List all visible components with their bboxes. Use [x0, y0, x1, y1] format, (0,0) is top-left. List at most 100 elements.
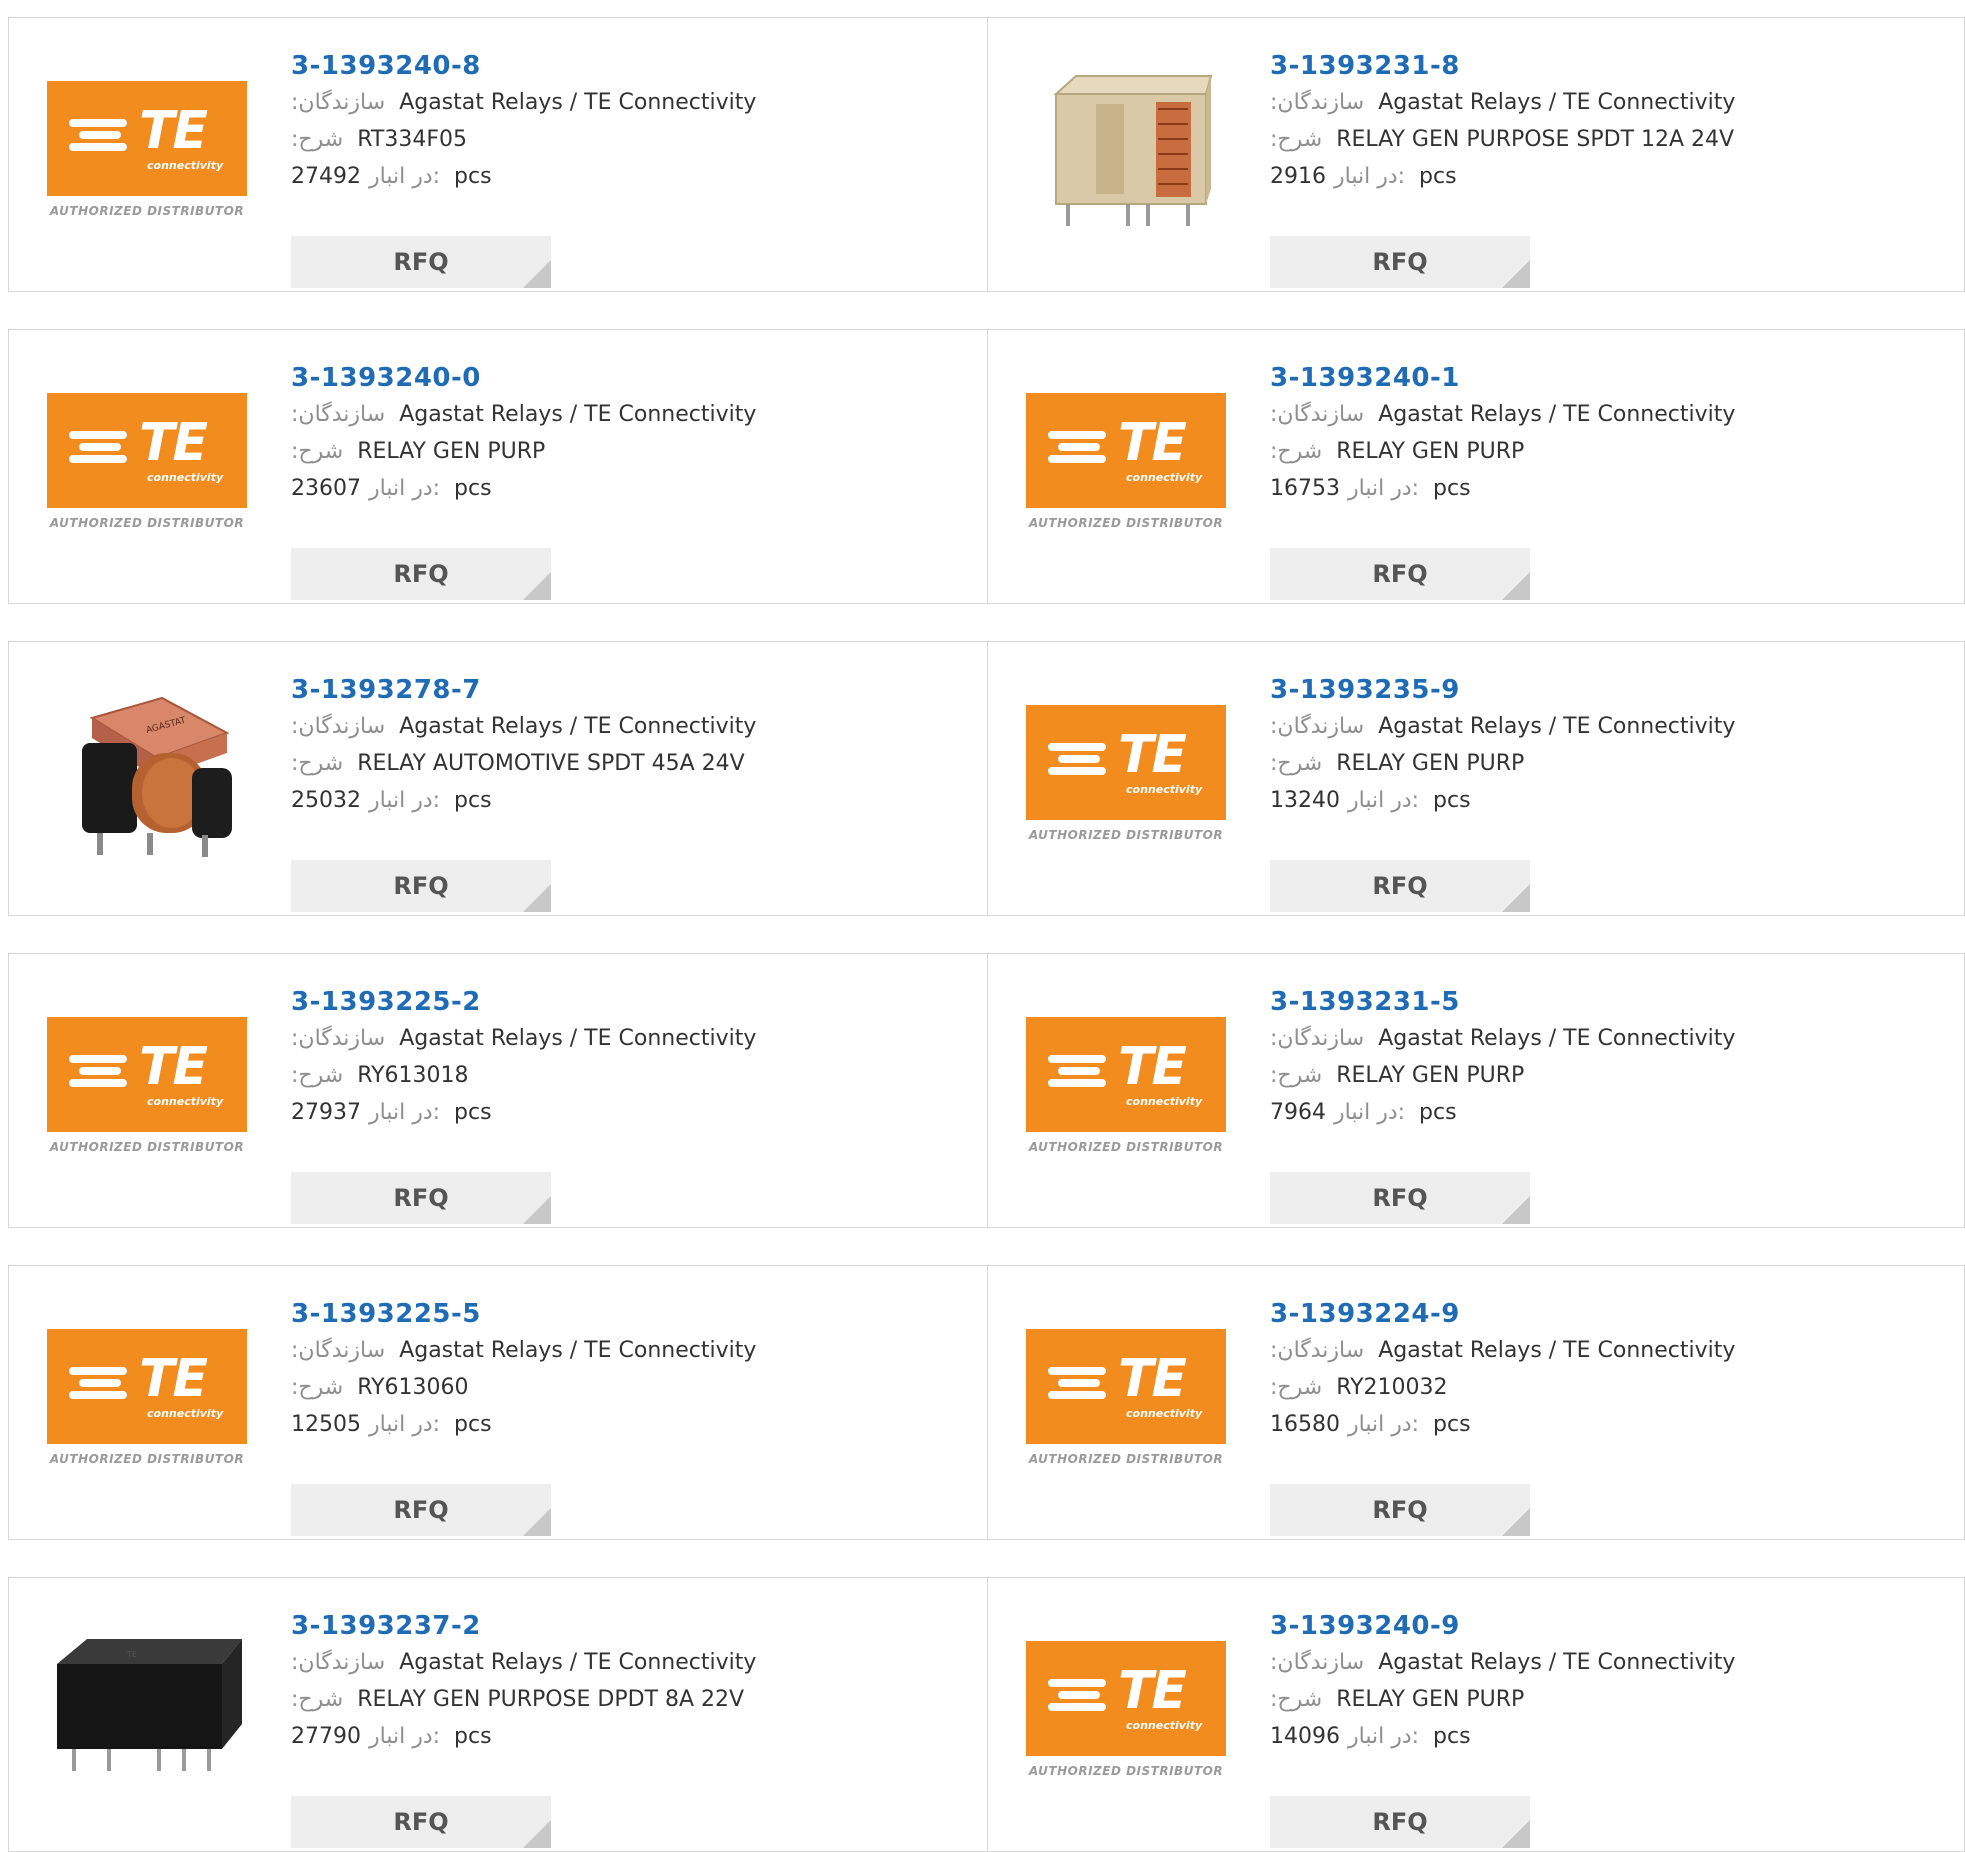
rfq-corner-decoration	[1502, 572, 1530, 600]
product-image[interactable]: TE connectivity AUTHORIZED DISTRIBUTOR	[47, 1312, 247, 1482]
description-label: :شرح	[1270, 1375, 1323, 1400]
description-value: RY210032	[1336, 1375, 1448, 1400]
te-tagline: connectivity	[1126, 1406, 1203, 1420]
description-label: :شرح	[291, 1687, 344, 1712]
te-bars-icon	[69, 1363, 131, 1403]
rfq-corner-decoration	[523, 572, 551, 600]
product-info: 3-1393278-7 :سازندگان Agastat Relays / TE…	[291, 672, 979, 912]
authorized-distributor-text: AUTHORIZED DISTRIBUTOR	[1028, 1139, 1224, 1154]
rfq-button[interactable]: RFQ	[1270, 1172, 1530, 1224]
part-number-link[interactable]: 3-1393231-8	[1270, 48, 1460, 84]
rfq-corner-decoration	[523, 884, 551, 912]
clear-relay-image	[1053, 75, 1213, 226]
description-value: RELAY AUTOMOTIVE SPDT 45A 24V	[357, 751, 745, 776]
product-card: TE connectivity AUTHORIZED DISTRIBUTOR 3…	[9, 954, 987, 1227]
stock-label: در انبار:	[369, 1724, 441, 1749]
description-value: RELAY GEN PURP	[1336, 1063, 1525, 1088]
stock-value: 27492	[291, 164, 361, 189]
product-image[interactable]: TE connectivity AUTHORIZED DISTRIBUTOR	[1026, 1000, 1226, 1170]
product-image[interactable]: TE connectivity AUTHORIZED DISTRIBUTOR	[1026, 376, 1226, 546]
stock-label: در انبار:	[369, 164, 441, 189]
stock-label: در انبار:	[1348, 476, 1420, 501]
rfq-corner-decoration	[523, 1508, 551, 1536]
rfq-button[interactable]: RFQ	[291, 548, 551, 600]
manufacturer-value: Agastat Relays / TE Connectivity	[1378, 402, 1736, 427]
te-bars-icon	[1048, 1051, 1110, 1091]
stock-value: 27937	[291, 1100, 361, 1125]
te-bars-icon	[1048, 427, 1110, 467]
rfq-button[interactable]: RFQ	[291, 1484, 551, 1536]
te-logo-box: TE connectivity	[1026, 1016, 1226, 1132]
rfq-button[interactable]: RFQ	[291, 860, 551, 912]
manufacturer-label: :سازندگان	[1270, 1338, 1365, 1363]
te-connectivity-logo: TE connectivity AUTHORIZED DISTRIBUTOR	[1026, 1016, 1226, 1154]
stock-unit: pcs	[454, 788, 492, 813]
te-logo-box: TE connectivity	[47, 80, 247, 196]
manufacturer-line: :سازندگان Agastat Relays / TE Connectivit…	[1270, 84, 1956, 121]
te-tagline: connectivity	[1126, 470, 1203, 484]
part-number-link[interactable]: 3-1393237-2	[291, 1608, 481, 1644]
rfq-label: RFQ	[393, 872, 449, 900]
manufacturer-label: :سازندگان	[1270, 714, 1365, 739]
manufacturer-line: :سازندگان Agastat Relays / TE Connectivit…	[1270, 1644, 1956, 1681]
stock-line: 27790 در انبار: pcs	[291, 1718, 979, 1755]
part-number-link[interactable]: 3-1393225-5	[291, 1296, 481, 1332]
manufacturer-line: :سازندگان Agastat Relays / TE Connectivit…	[291, 84, 979, 121]
product-card: TE 3-1393237-2 :سازندگان Agastat Relays /…	[9, 1578, 987, 1851]
manufacturer-line: :سازندگان Agastat Relays / TE Connectivit…	[291, 1332, 979, 1369]
te-connectivity-logo: TE connectivity AUTHORIZED DISTRIBUTOR	[1026, 704, 1226, 842]
product-image[interactable]: TE connectivity AUTHORIZED DISTRIBUTOR	[1026, 1312, 1226, 1482]
rfq-label: RFQ	[1372, 560, 1428, 588]
rfq-label: RFQ	[393, 1496, 449, 1524]
stock-line: 16753 در انبار: pcs	[1270, 470, 1956, 507]
description-label: :شرح	[291, 751, 344, 776]
part-number-link[interactable]: 3-1393225-2	[291, 984, 481, 1020]
rfq-button[interactable]: RFQ	[1270, 548, 1530, 600]
part-number-link[interactable]: 3-1393224-9	[1270, 1296, 1460, 1332]
part-number-link[interactable]: 3-1393240-0	[291, 360, 481, 396]
description-line: :شرح RY613018	[291, 1057, 979, 1094]
description-line: :شرح RELAY GEN PURP	[1270, 1057, 1956, 1094]
manufacturer-value: Agastat Relays / TE Connectivity	[1378, 1338, 1736, 1363]
part-number-link[interactable]: 3-1393240-9	[1270, 1608, 1460, 1644]
stock-line: 12505 در انبار: pcs	[291, 1406, 979, 1443]
product-info: 3-1393225-5 :سازندگان Agastat Relays / TE…	[291, 1296, 979, 1536]
product-image[interactable]: TE connectivity AUTHORIZED DISTRIBUTOR	[1026, 1624, 1226, 1794]
stock-value: 25032	[291, 788, 361, 813]
te-tagline: connectivity	[147, 158, 224, 172]
te-brand: TE	[1118, 1660, 1187, 1721]
te-tagline: connectivity	[147, 1094, 224, 1108]
part-number-link[interactable]: 3-1393278-7	[291, 672, 481, 708]
rfq-button[interactable]: RFQ	[291, 236, 551, 288]
rfq-button[interactable]: RFQ	[1270, 1796, 1530, 1848]
description-value: RELAY GEN PURP	[1336, 751, 1525, 776]
stock-unit: pcs	[454, 476, 492, 501]
manufacturer-value: Agastat Relays / TE Connectivity	[1378, 714, 1736, 739]
te-logo-box: TE connectivity	[1026, 704, 1226, 820]
rfq-button[interactable]: RFQ	[1270, 860, 1530, 912]
rfq-button[interactable]: RFQ	[1270, 1484, 1530, 1536]
product-image[interactable]: TE	[47, 1624, 247, 1794]
rfq-button[interactable]: RFQ	[291, 1172, 551, 1224]
product-image[interactable]: TE connectivity AUTHORIZED DISTRIBUTOR	[47, 376, 247, 546]
product-info: 3-1393225-2 :سازندگان Agastat Relays / TE…	[291, 984, 979, 1224]
te-tagline: connectivity	[147, 470, 224, 484]
part-number-link[interactable]: 3-1393231-5	[1270, 984, 1460, 1020]
product-image[interactable]: TE connectivity AUTHORIZED DISTRIBUTOR	[47, 1000, 247, 1170]
rfq-button[interactable]: RFQ	[1270, 236, 1530, 288]
product-image[interactable]: TE connectivity AUTHORIZED DISTRIBUTOR	[1026, 688, 1226, 858]
product-card: TE connectivity AUTHORIZED DISTRIBUTOR 3…	[987, 1266, 1964, 1539]
te-connectivity-logo: TE connectivity AUTHORIZED DISTRIBUTOR	[1026, 392, 1226, 530]
stock-label: در انبار:	[369, 1412, 441, 1437]
part-number-link[interactable]: 3-1393235-9	[1270, 672, 1460, 708]
part-number-link[interactable]: 3-1393240-1	[1270, 360, 1460, 396]
product-image[interactable]	[1026, 64, 1226, 234]
part-number-link[interactable]: 3-1393240-8	[291, 48, 481, 84]
product-image[interactable]: TE connectivity AUTHORIZED DISTRIBUTOR	[47, 64, 247, 234]
te-brand: TE	[139, 100, 208, 161]
description-label: :شرح	[1270, 127, 1323, 152]
rfq-label: RFQ	[393, 1808, 449, 1836]
rfq-button[interactable]: RFQ	[291, 1796, 551, 1848]
manufacturer-label: :سازندگان	[291, 1650, 386, 1675]
product-image[interactable]: AGASTAT	[47, 688, 247, 858]
